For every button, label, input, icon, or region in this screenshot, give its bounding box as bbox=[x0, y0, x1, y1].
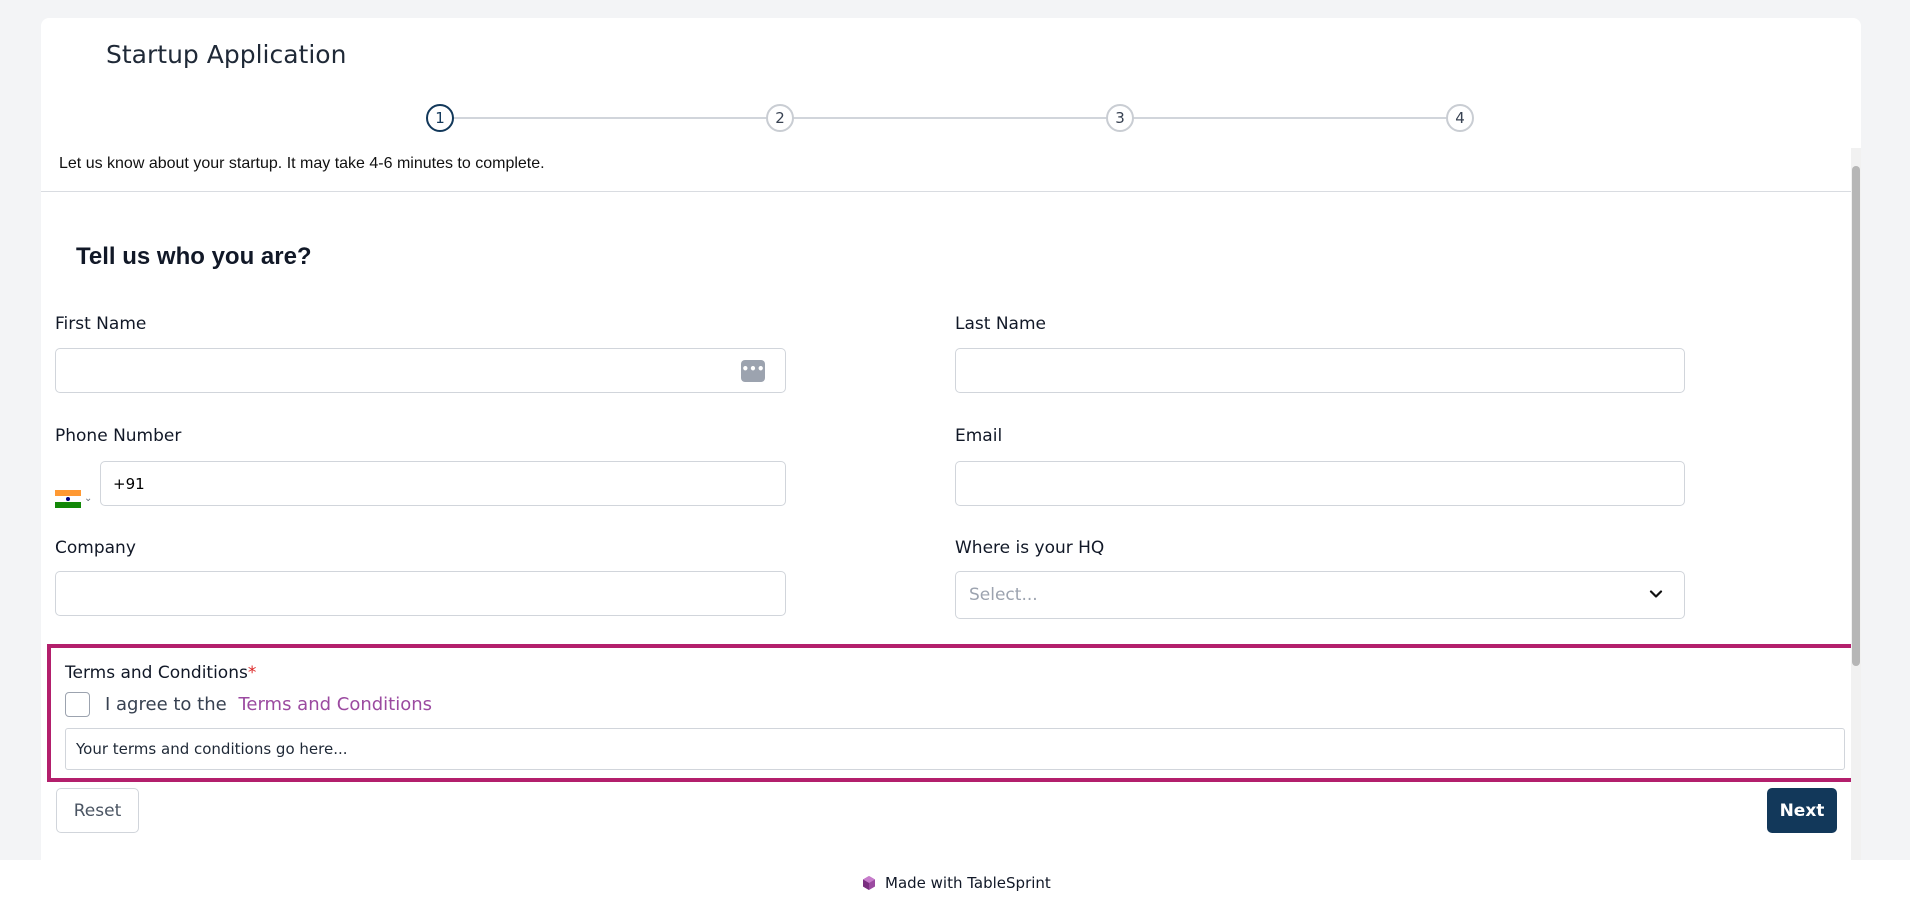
last-name-field[interactable] bbox=[955, 348, 1685, 393]
first-name-input[interactable] bbox=[56, 349, 785, 392]
phone-label: Phone Number bbox=[55, 426, 182, 446]
email-label: Email bbox=[955, 426, 1003, 446]
step-2[interactable]: 2 bbox=[766, 104, 794, 132]
hq-select[interactable]: Select... bbox=[955, 571, 1685, 619]
tablesprint-logo-icon bbox=[863, 876, 875, 890]
hq-select-placeholder: Select... bbox=[969, 585, 1038, 605]
terms-checkbox[interactable] bbox=[65, 692, 90, 717]
stepper: 1 2 3 4 bbox=[41, 18, 1861, 158]
step-3[interactable]: 3 bbox=[1106, 104, 1134, 132]
company-label: Company bbox=[55, 538, 136, 558]
section-title: Tell us who you are? bbox=[76, 243, 312, 270]
hq-label: Where is your HQ bbox=[955, 538, 1105, 558]
terms-link[interactable]: Terms and Conditions bbox=[238, 694, 432, 715]
step-1[interactable]: 1 bbox=[426, 104, 454, 132]
first-name-label: First Name bbox=[55, 314, 147, 334]
footer: Made with TableSprint bbox=[0, 860, 1910, 905]
last-name-input[interactable] bbox=[956, 349, 1684, 392]
phone-input[interactable] bbox=[101, 462, 785, 505]
terms-label: Terms and Conditions* bbox=[65, 663, 256, 683]
required-mark: * bbox=[247, 663, 257, 683]
stepper-line bbox=[441, 117, 1461, 119]
terms-section: Terms and Conditions* I agree to the Ter… bbox=[47, 644, 1855, 782]
divider bbox=[41, 191, 1861, 192]
agree-label: I agree to the bbox=[105, 694, 227, 715]
first-name-field[interactable]: ••• bbox=[55, 348, 786, 393]
terms-content: Your terms and conditions go here... bbox=[65, 728, 1845, 770]
chevron-down-icon[interactable]: ⌄ bbox=[84, 493, 92, 504]
application-card: Startup Application 1 2 3 4 Let us know … bbox=[41, 18, 1861, 860]
terms-label-text: Terms and Conditions bbox=[65, 663, 248, 683]
phone-field[interactable] bbox=[100, 461, 786, 506]
reset-button[interactable]: Reset bbox=[56, 788, 139, 833]
footer-text: Made with TableSprint bbox=[885, 874, 1051, 892]
next-button[interactable]: Next bbox=[1767, 788, 1837, 833]
scrollbar[interactable] bbox=[1851, 148, 1861, 860]
chevron-down-icon[interactable] bbox=[1648, 586, 1664, 602]
agree-text: I agree to the Terms and Conditions bbox=[105, 694, 432, 715]
email-field[interactable] bbox=[955, 461, 1685, 506]
email-input[interactable] bbox=[956, 462, 1684, 505]
company-field[interactable] bbox=[55, 571, 786, 616]
made-with-link[interactable]: Made with TableSprint bbox=[861, 874, 1051, 892]
intro-text: Let us know about your startup. It may t… bbox=[59, 155, 545, 172]
password-manager-icon[interactable]: ••• bbox=[741, 360, 765, 382]
last-name-label: Last Name bbox=[955, 314, 1046, 334]
company-input[interactable] bbox=[56, 572, 785, 615]
scrollbar-thumb[interactable] bbox=[1852, 166, 1860, 666]
india-flag-icon[interactable] bbox=[55, 490, 81, 508]
step-4[interactable]: 4 bbox=[1446, 104, 1474, 132]
